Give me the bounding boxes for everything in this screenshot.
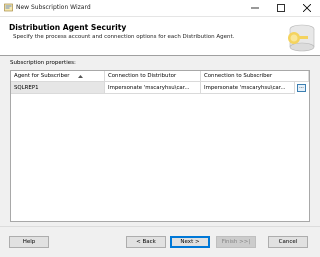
wizard-app-icon <box>4 3 13 12</box>
finish-button[interactable]: Finish >>| <box>216 236 256 248</box>
cell-agent[interactable]: SQLREP1 <box>11 82 105 94</box>
column-header-distributor-label: Connection to Distributor <box>108 73 177 79</box>
title-bar: New Subscription Wizard <box>0 0 320 17</box>
page-subtitle: Specify the process account and connecti… <box>13 34 235 40</box>
sort-up-icon <box>78 75 83 78</box>
minimize-button[interactable] <box>242 0 268 16</box>
wizard-header: Distribution Agent Security Specify the … <box>0 17 320 56</box>
help-button[interactable]: Help <box>9 236 49 248</box>
next-button[interactable]: Next > <box>170 236 210 248</box>
cell-subscriber-connection[interactable]: Impersonate 'mscaryhsu\car... <box>201 82 295 94</box>
column-header-subscriber[interactable]: Connection to Subscriber <box>201 71 309 82</box>
page-title: Distribution Agent Security <box>9 23 127 32</box>
edit-security-button[interactable]: ... <box>297 84 306 92</box>
maximize-icon <box>277 4 285 12</box>
subscription-properties-grid: Agent for Subscriber Connection to Distr… <box>10 70 310 222</box>
column-header-agent-label: Agent for Subscriber <box>14 73 70 79</box>
subscription-properties-label: Subscription properties: <box>10 60 76 66</box>
minimize-icon <box>251 7 259 9</box>
close-icon <box>303 4 311 12</box>
window-title: New Subscription Wizard <box>16 4 91 11</box>
column-header-agent[interactable]: Agent for Subscriber <box>11 71 105 82</box>
column-header-subscriber-label: Connection to Subscriber <box>204 73 273 79</box>
maximize-button[interactable] <box>268 0 294 16</box>
column-header-distributor[interactable]: Connection to Distributor <box>105 71 201 82</box>
footer-divider <box>0 226 320 227</box>
back-button[interactable]: < Back <box>126 236 166 248</box>
database-icon <box>282 20 318 54</box>
cancel-button[interactable]: Cancel <box>268 236 308 248</box>
cell-distributor-connection[interactable]: Impersonate 'mscaryhsu\car... <box>105 82 201 94</box>
close-button[interactable] <box>294 0 320 16</box>
